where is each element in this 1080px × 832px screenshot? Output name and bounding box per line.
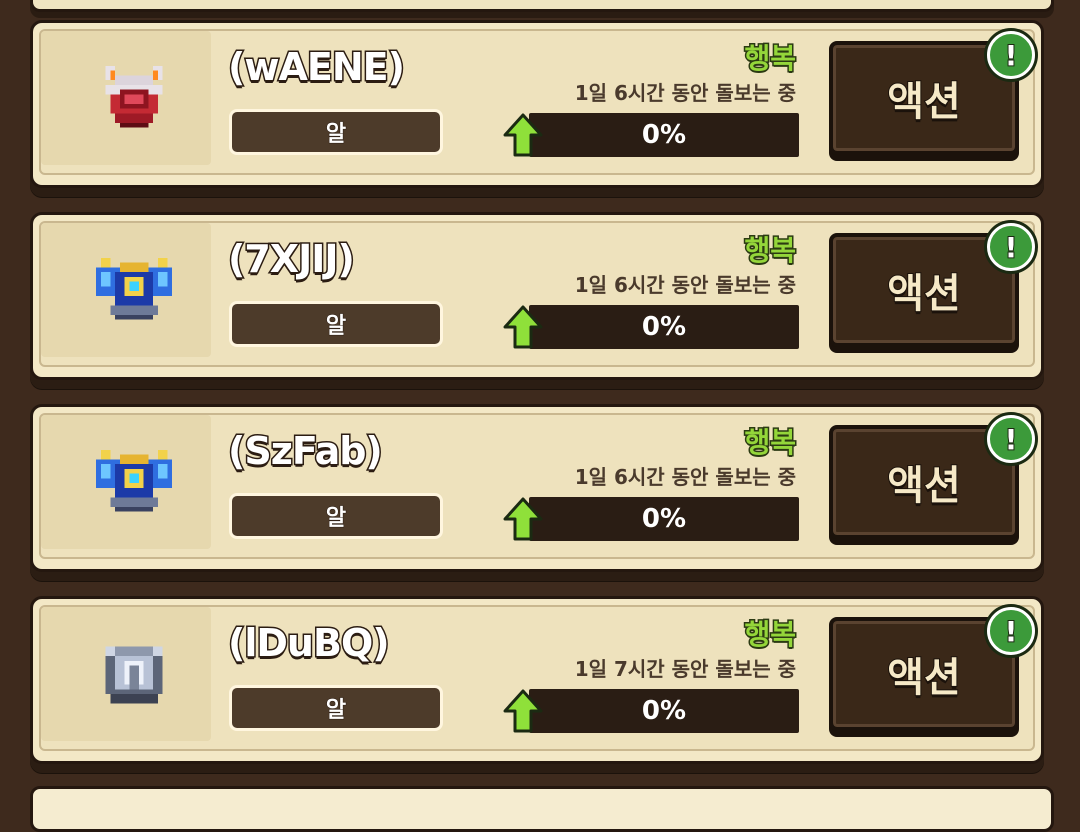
pet-stage-badge: 알 bbox=[229, 109, 443, 155]
growth-progress: 0% bbox=[503, 497, 799, 541]
alert-badge-icon: ! bbox=[987, 31, 1035, 79]
silver-egg-icon bbox=[105, 646, 163, 704]
pet-mood: 행복 bbox=[743, 425, 798, 461]
up-arrow-icon bbox=[503, 113, 543, 157]
care-duration: 1일 6시간 동안 돌보는 중 bbox=[574, 81, 796, 105]
progress-track: 0% bbox=[529, 113, 799, 157]
pet-icon-panel bbox=[41, 31, 211, 165]
progress-label: 0% bbox=[641, 120, 687, 150]
progress-track: 0% bbox=[529, 689, 799, 733]
care-duration: 1일 6시간 동안 돌보는 중 bbox=[574, 465, 796, 489]
alert-badge-icon: ! bbox=[987, 415, 1035, 463]
growth-progress: 0% bbox=[503, 305, 799, 349]
pet-card: (SzFab) 알 행복 1일 6시간 동안 돌보는 중 0% 액션 ! bbox=[30, 404, 1044, 572]
pet-mood: 행복 bbox=[743, 617, 798, 653]
progress-label: 0% bbox=[641, 312, 687, 342]
care-duration: 1일 6시간 동안 돌보는 중 bbox=[574, 273, 796, 297]
progress-label: 0% bbox=[641, 504, 687, 534]
pet-icon-panel bbox=[41, 415, 211, 549]
pet-card: (wAENE) 알 행복 1일 6시간 동안 돌보는 중 0% 액션 ! bbox=[30, 20, 1044, 188]
action-button-label: 액션 bbox=[886, 654, 962, 702]
growth-progress: 0% bbox=[503, 689, 799, 733]
pet-name: (wAENE) bbox=[227, 44, 407, 91]
progress-track: 0% bbox=[529, 305, 799, 349]
pet-mood: 행복 bbox=[743, 233, 798, 269]
action-button-label: 액션 bbox=[886, 462, 962, 510]
pet-icon-panel bbox=[41, 607, 211, 741]
progress-track: 0% bbox=[529, 497, 799, 541]
next-card-edge bbox=[30, 786, 1054, 832]
growth-progress: 0% bbox=[503, 113, 799, 157]
pet-stage-badge: 알 bbox=[229, 301, 443, 347]
up-arrow-icon bbox=[503, 305, 543, 349]
pet-icon-panel bbox=[41, 223, 211, 357]
blue-winged-egg-icon bbox=[96, 257, 172, 320]
pet-mood: 행복 bbox=[743, 41, 798, 77]
up-arrow-icon bbox=[503, 689, 543, 733]
action-button-label: 액션 bbox=[886, 270, 962, 318]
alert-badge-icon: ! bbox=[987, 223, 1035, 271]
pet-card: (7XJIJ) 알 행복 1일 6시간 동안 돌보는 중 0% 액션 ! bbox=[30, 212, 1044, 380]
pet-name: (7XJIJ) bbox=[227, 236, 357, 283]
red-egg-icon bbox=[105, 65, 163, 128]
care-duration: 1일 7시간 동안 돌보는 중 bbox=[574, 657, 796, 681]
action-button-label: 액션 bbox=[886, 78, 962, 126]
pet-name: (lDuBQ) bbox=[227, 620, 392, 667]
pet-name: (SzFab) bbox=[227, 428, 385, 475]
pet-list: (wAENE) 알 행복 1일 6시간 동안 돌보는 중 0% 액션 ! (7X… bbox=[0, 0, 1080, 792]
pet-stage-badge: 알 bbox=[229, 493, 443, 539]
alert-badge-icon: ! bbox=[987, 607, 1035, 655]
blue-winged-egg-icon bbox=[96, 449, 172, 512]
up-arrow-icon bbox=[503, 497, 543, 541]
pet-stage-badge: 알 bbox=[229, 685, 443, 731]
pet-card: (lDuBQ) 알 행복 1일 7시간 동안 돌보는 중 0% 액션 ! bbox=[30, 596, 1044, 764]
progress-label: 0% bbox=[641, 696, 687, 726]
